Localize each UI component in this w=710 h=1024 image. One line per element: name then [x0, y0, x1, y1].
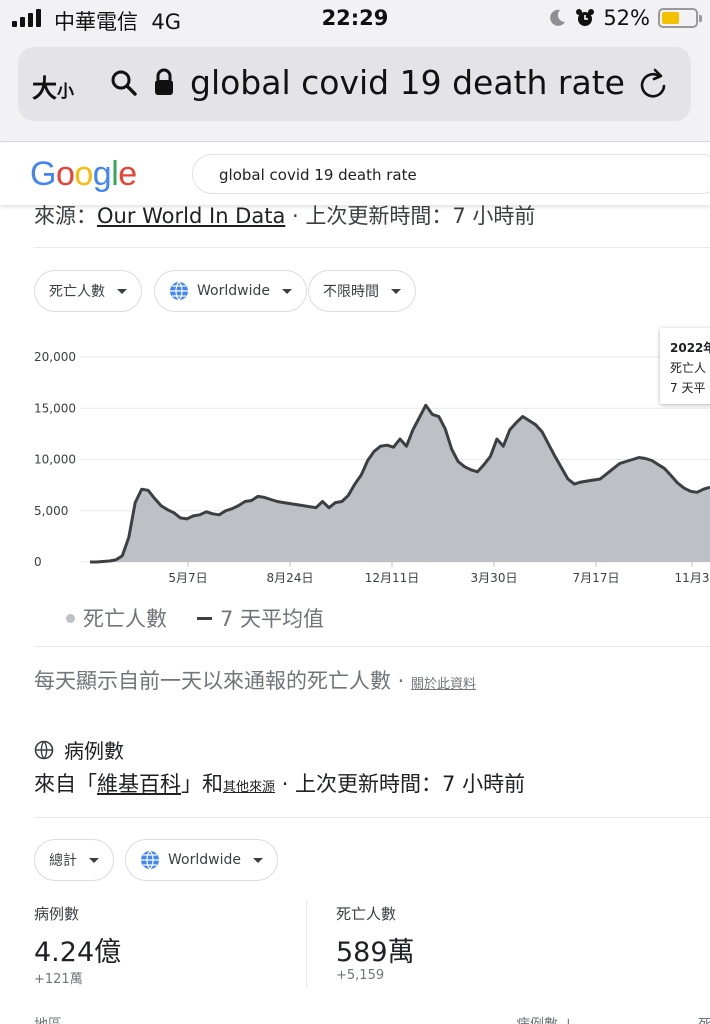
table-header-cases[interactable]: 病例數 ↓ [516, 1014, 574, 1024]
caret-down-icon [252, 857, 263, 863]
divider [34, 817, 710, 818]
owid-link[interactable]: Our World In Data [97, 204, 285, 228]
deaths-stat-value: 589萬 [336, 937, 415, 968]
deaths-stat-delta: +5,159 [336, 968, 385, 983]
about-data-link[interactable]: 關於此資料 [411, 677, 476, 692]
x-tick-label: 5月7日 [168, 571, 207, 585]
x-tick-label: 7月17日 [573, 571, 620, 585]
table-header-deaths[interactable]: 死 [698, 1014, 710, 1024]
deaths-chart[interactable]: 20,000 15,000 10,000 5,000 0 5月7日 8月24日 12月11日 3… [0, 335, 710, 595]
deaths-stat-label: 死亡人數 [336, 905, 397, 923]
cases-stat-value: 4.24億 [34, 937, 122, 968]
cases-region-dropdown[interactable]: Worldwide [125, 839, 278, 881]
table-header-region[interactable]: 地區 [34, 1014, 62, 1024]
google-logo[interactable]: Google [30, 155, 137, 194]
chart-tooltip: 2022年 死亡人 7 天平 [660, 328, 710, 404]
wikipedia-link[interactable]: 維基百科 [97, 772, 181, 796]
legend-dot [66, 613, 75, 623]
url-text[interactable]: global covid 19 death rate [190, 63, 625, 102]
globe-icon [170, 281, 188, 301]
x-tick-label: 8月24日 [267, 571, 314, 585]
globe-outline-icon [34, 740, 54, 759]
y-tick-label: 20,000 [34, 350, 76, 364]
globe-icon [141, 850, 159, 870]
caret-down-icon [117, 288, 127, 294]
legend-line [197, 616, 212, 620]
y-tick-label: 0 [34, 555, 42, 569]
search-input[interactable]: global covid 19 death rate [192, 154, 710, 194]
text-size-button[interactable]: 大小 [32, 69, 74, 105]
moon-icon [550, 9, 566, 26]
cases-source-line: 來自「維基百科」和其他來源 · 上次更新時間：7 小時前 [34, 772, 526, 796]
chart-description: 每天顯示自前一天以來通報的死亡人數 · 關於此資料 [34, 669, 477, 693]
chart-legend: 死亡人數 7 天平均值 [66, 603, 324, 633]
address-bar[interactable]: 大小 global covid 19 death rate [18, 47, 691, 121]
legend-average: 7 天平均值 [220, 607, 325, 631]
status-bar: 中華電信 4G 22:29 52% [0, 0, 710, 40]
daily-deaths-area [90, 405, 710, 562]
x-tick-label: 11月3 [675, 571, 710, 585]
x-tick-label: 12月11日 [365, 571, 420, 585]
y-tick-label: 15,000 [34, 401, 76, 415]
time-range-dropdown[interactable]: 不限時間 [308, 270, 416, 312]
cases-heading: 病例數 [34, 735, 124, 764]
cases-stat-delta: +121萬 [34, 972, 83, 987]
divider [34, 247, 710, 248]
legend-daily: 死亡人數 [83, 607, 167, 631]
y-tick-label: 5,000 [34, 504, 68, 518]
stat-divider [306, 900, 307, 988]
divider [34, 646, 710, 647]
battery-icon [658, 8, 702, 28]
battery-percent: 52% [603, 6, 650, 30]
total-dropdown[interactable]: 總計 [34, 839, 114, 881]
google-header: Google global covid 19 death rate [0, 143, 710, 205]
reload-icon[interactable] [638, 67, 670, 101]
other-sources-link[interactable]: 其他來源 [223, 780, 275, 795]
region-dropdown[interactable]: Worldwide [154, 270, 307, 312]
search-icon [111, 70, 137, 96]
caret-down-icon [391, 288, 401, 294]
browser-toolbar: 大小 global covid 19 death rate [0, 40, 710, 142]
y-tick-label: 10,000 [34, 453, 76, 467]
x-tick-label: 3月30日 [471, 571, 518, 585]
alarm-icon [576, 9, 595, 26]
caret-down-icon [281, 288, 292, 294]
status-right: 52% [547, 6, 702, 30]
battery-fill [662, 12, 679, 24]
cases-stat-label: 病例數 [34, 905, 80, 923]
caret-down-icon [89, 857, 99, 863]
lock-icon [155, 68, 173, 95]
metric-dropdown[interactable]: 死亡人數 [34, 270, 142, 312]
